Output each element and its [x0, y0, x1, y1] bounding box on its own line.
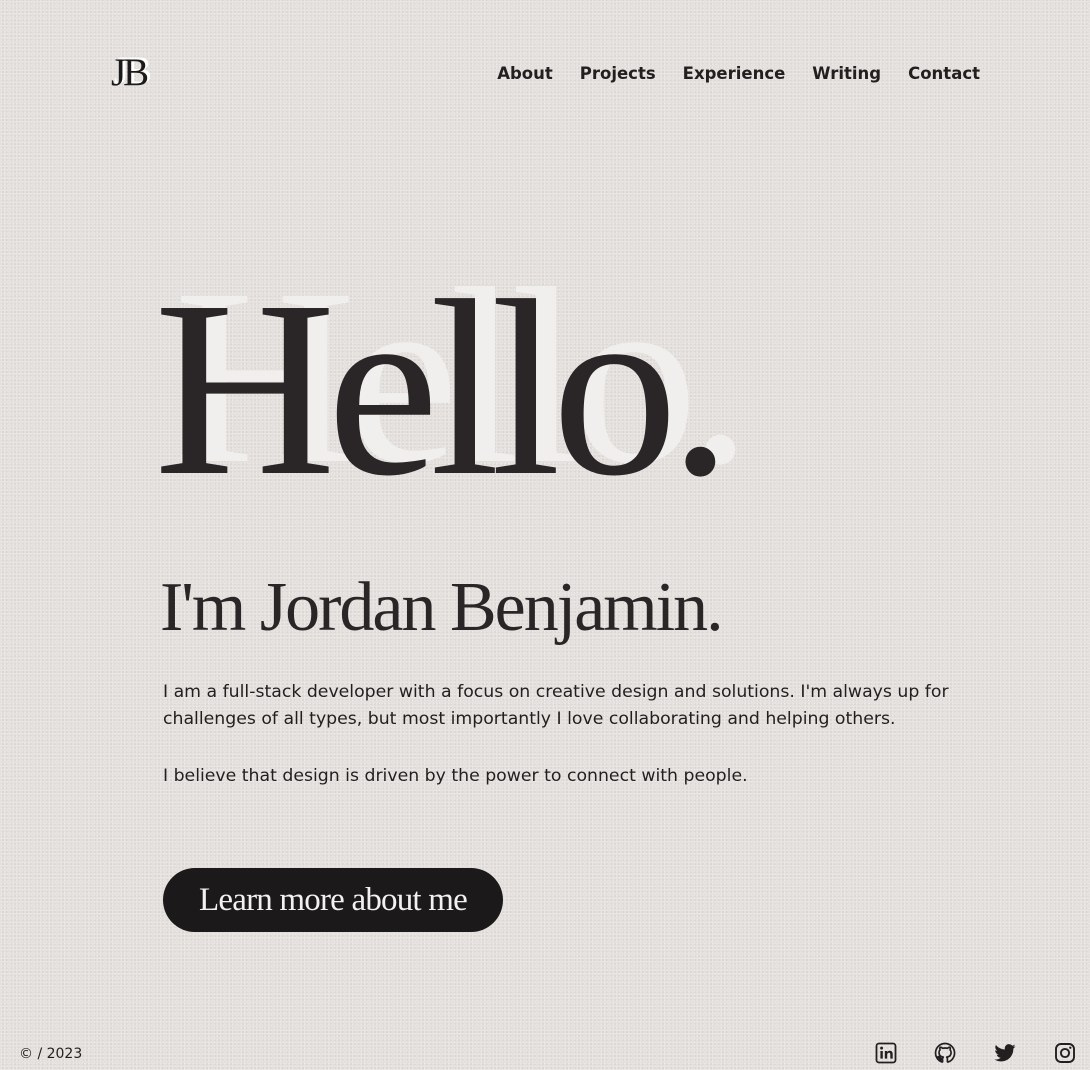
learn-more-button[interactable]: Learn more about me	[163, 868, 503, 932]
github-link[interactable]	[933, 1041, 957, 1065]
nav-item-experience: Experience	[683, 62, 786, 86]
nav-item-about: About	[497, 62, 553, 86]
linkedin-icon	[875, 1042, 897, 1064]
main-nav: About Projects Experience Writing Contac…	[497, 62, 980, 86]
hero-subtitle: I'm Jordan Benjamin.	[160, 569, 724, 646]
twitter-link[interactable]	[993, 1041, 1017, 1065]
instagram-link[interactable]	[1053, 1041, 1077, 1065]
instagram-icon	[1055, 1043, 1075, 1063]
intro-paragraph: I am a full-stack developer with a focus…	[163, 682, 949, 729]
logo[interactable]: JB	[111, 52, 161, 94]
nav-link-projects[interactable]: Projects	[580, 62, 656, 86]
nav-link-experience[interactable]: Experience	[683, 62, 786, 86]
github-icon	[934, 1042, 956, 1063]
twitter-icon	[994, 1044, 1016, 1062]
nav-link-contact[interactable]: Contact	[908, 62, 980, 86]
hero-title: Hello.	[154, 248, 732, 528]
nav-item-writing: Writing	[812, 62, 881, 86]
nav-item-contact: Contact	[908, 62, 980, 86]
nav-item-projects: Projects	[580, 62, 656, 86]
hero-intro: I am a full-stack developer with a focus…	[163, 679, 963, 820]
linkedin-link[interactable]	[874, 1041, 898, 1065]
intro-paragraph: I believe that design is driven by the p…	[163, 766, 748, 786]
nav-link-about[interactable]: About	[497, 62, 553, 86]
copyright-text: © / 2023	[19, 1046, 83, 1062]
nav-link-writing[interactable]: Writing	[812, 62, 881, 86]
